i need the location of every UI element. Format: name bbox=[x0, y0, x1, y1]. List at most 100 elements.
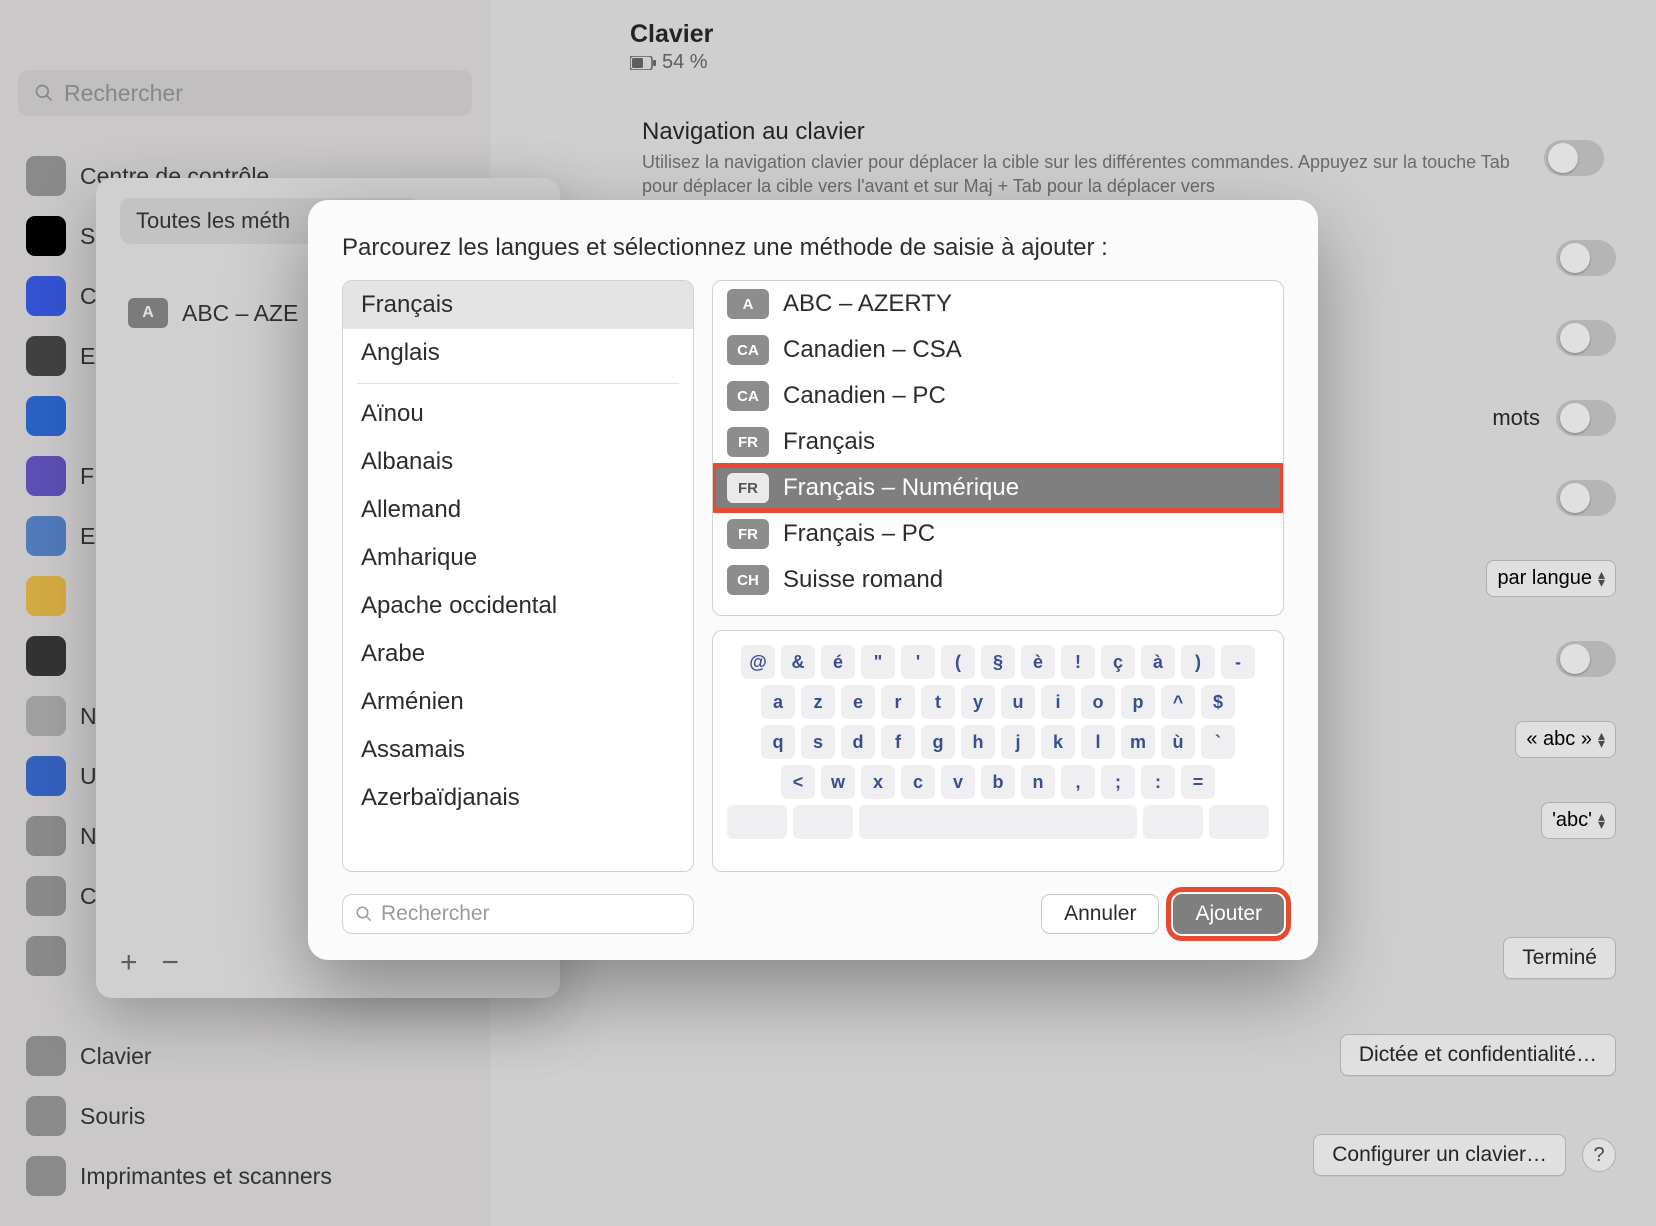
mouse-icon bbox=[26, 1096, 66, 1136]
configure-keyboard-button[interactable]: Configurer un clavier… bbox=[1313, 1134, 1566, 1176]
language-item[interactable]: Anglais bbox=[343, 329, 693, 377]
sidebar-item-label: Imprimantes et scanners bbox=[80, 1163, 332, 1190]
control-center-icon bbox=[26, 156, 66, 196]
sidebar-item-label: Souris bbox=[80, 1103, 145, 1130]
keyboard-key: r bbox=[881, 685, 915, 719]
chevron-updown-icon: ▴▾ bbox=[1598, 732, 1605, 747]
keyboard-key: ; bbox=[1101, 765, 1135, 799]
sheet-search-placeholder: Rechercher bbox=[381, 902, 490, 926]
keyboard-key: g bbox=[921, 725, 955, 759]
toggle-c[interactable] bbox=[1556, 400, 1616, 436]
keyboard-key: d bbox=[841, 725, 875, 759]
bulb-icon bbox=[26, 576, 66, 616]
search-icon bbox=[355, 905, 373, 923]
cancel-button[interactable]: Annuler bbox=[1041, 894, 1159, 934]
select-by-language[interactable]: par langue ▴▾ bbox=[1486, 560, 1616, 597]
keyboard-key: ^ bbox=[1161, 685, 1195, 719]
keyboard-row: <wxcvbn,;:= bbox=[727, 765, 1269, 799]
toggle-keyboard-navigation[interactable] bbox=[1544, 140, 1604, 176]
keyboard-key: ' bbox=[901, 645, 935, 679]
language-item[interactable]: Amharique bbox=[343, 534, 693, 582]
select-by-language-label: par langue bbox=[1497, 567, 1592, 590]
layout-badge: FR bbox=[727, 427, 769, 457]
keyboard-key: k bbox=[1041, 725, 1075, 759]
users-icon bbox=[26, 756, 66, 796]
layout-label: Français – PC bbox=[783, 520, 935, 548]
keyboard-layout-item[interactable]: CHSuisse romand bbox=[713, 557, 1283, 603]
keyboard-key: m bbox=[1121, 725, 1155, 759]
toggle-b[interactable] bbox=[1556, 320, 1616, 356]
keyboard-key: & bbox=[781, 645, 815, 679]
language-item[interactable]: Allemand bbox=[343, 486, 693, 534]
battery-percent: 54 % bbox=[662, 51, 708, 74]
keyboard-layout-item[interactable]: FRFrançais – PC bbox=[713, 511, 1283, 557]
keyboard-layout-item[interactable]: FRFrançais – Numérique bbox=[713, 465, 1283, 511]
keyboard-key: s bbox=[801, 725, 835, 759]
select-double-quote-label: « abc » bbox=[1526, 728, 1592, 751]
select-double-quote[interactable]: « abc » ▴▾ bbox=[1515, 721, 1616, 758]
keyboard-key: h bbox=[961, 725, 995, 759]
toggle-a[interactable] bbox=[1556, 240, 1616, 276]
keyboard-key: é bbox=[821, 645, 855, 679]
remove-input-button[interactable]: − bbox=[162, 946, 180, 980]
sidebar-search[interactable]: Rechercher bbox=[18, 70, 472, 116]
language-item[interactable]: Arménien bbox=[343, 678, 693, 726]
keyboard-key: b bbox=[981, 765, 1015, 799]
dictation-privacy-button[interactable]: Dictée et confidentialité… bbox=[1340, 1034, 1616, 1076]
layout-label: Canadien – PC bbox=[783, 382, 946, 410]
add-button[interactable]: Ajouter bbox=[1173, 894, 1284, 934]
keyboard-key: z bbox=[801, 685, 835, 719]
keyboard-key bbox=[1143, 805, 1203, 839]
keyboard-key: f bbox=[881, 725, 915, 759]
language-item[interactable]: Assamais bbox=[343, 726, 693, 774]
sidebar-item-label: F bbox=[80, 463, 94, 490]
select-single-quote[interactable]: 'abc' ▴▾ bbox=[1541, 802, 1616, 839]
main-header: Clavier 54 % bbox=[530, 0, 1616, 74]
language-item[interactable]: Apache occidental bbox=[343, 582, 693, 630]
done-button[interactable]: Terminé bbox=[1503, 937, 1616, 979]
language-item[interactable]: Français bbox=[343, 281, 693, 329]
add-input-method-sheet: Parcourez les langues et sélectionnez un… bbox=[308, 200, 1318, 960]
language-list[interactable]: FrançaisAnglais AïnouAlbanaisAllemandAmha… bbox=[342, 280, 694, 872]
keyboard-key: q bbox=[761, 725, 795, 759]
language-item[interactable]: Azerbaïdjanais bbox=[343, 774, 693, 822]
keyboard-key: ( bbox=[941, 645, 975, 679]
help-button[interactable]: ? bbox=[1582, 1138, 1616, 1172]
panel-footer: + − bbox=[120, 946, 179, 980]
language-item[interactable]: Arabe bbox=[343, 630, 693, 678]
layout-badge: CH bbox=[727, 565, 769, 595]
keyboard-key: ù bbox=[1161, 725, 1195, 759]
keyboard-layout-item[interactable]: FR Français bbox=[713, 419, 1283, 465]
keyboard-key: p bbox=[1121, 685, 1155, 719]
keyboard-layout-item[interactable]: CACanadien – CSA bbox=[713, 327, 1283, 373]
sheet-search[interactable]: Rechercher bbox=[342, 894, 694, 934]
sidebar-item[interactable]: Clavier bbox=[18, 1026, 472, 1086]
sidebar-item-label: E bbox=[80, 343, 95, 370]
keyboard-key: ç bbox=[1101, 645, 1135, 679]
keyboard-key: e bbox=[841, 685, 875, 719]
sidebar-item[interactable]: Souris bbox=[18, 1086, 472, 1146]
layout-label: Français – Numérique bbox=[783, 474, 1019, 502]
keyboard-layout-item[interactable]: CA Canadien – PC bbox=[713, 373, 1283, 419]
toggle-d[interactable] bbox=[1556, 480, 1616, 516]
keyboard-key: ) bbox=[1181, 645, 1215, 679]
keyboard-key: y bbox=[961, 685, 995, 719]
input-source-label: ABC – AZE bbox=[182, 300, 298, 327]
keyboard-layout-list[interactable]: AABC – AZERTYCACanadien – CSA CA Canadien … bbox=[712, 280, 1284, 616]
keyboard-key: n bbox=[1021, 765, 1055, 799]
language-item[interactable]: Aïnou bbox=[343, 390, 693, 438]
sidebar-item[interactable]: Imprimantes et scanners bbox=[18, 1146, 472, 1206]
add-input-button[interactable]: + bbox=[120, 946, 138, 980]
sheet-prompt: Parcourez les langues et sélectionnez un… bbox=[342, 234, 1284, 262]
toggle-e[interactable] bbox=[1556, 641, 1616, 677]
chevron-updown-icon: ▴▾ bbox=[1598, 571, 1605, 586]
sidebar-bottom: Clavier Souris Imprimantes et scanners bbox=[18, 1026, 472, 1206]
keyboard-key: a bbox=[761, 685, 795, 719]
keyboard-layout-item[interactable]: AABC – AZERTY bbox=[713, 281, 1283, 327]
layout-badge: CA bbox=[727, 381, 769, 411]
keyboard-key: o bbox=[1081, 685, 1115, 719]
keyboard-icon bbox=[26, 1036, 66, 1076]
language-item[interactable]: Albanais bbox=[343, 438, 693, 486]
layout-label: Français bbox=[783, 428, 875, 456]
keyboard-preview: @&é"'(§è!çà)-azertyuiop^$qsdfghjklmù`<wx… bbox=[712, 630, 1284, 872]
